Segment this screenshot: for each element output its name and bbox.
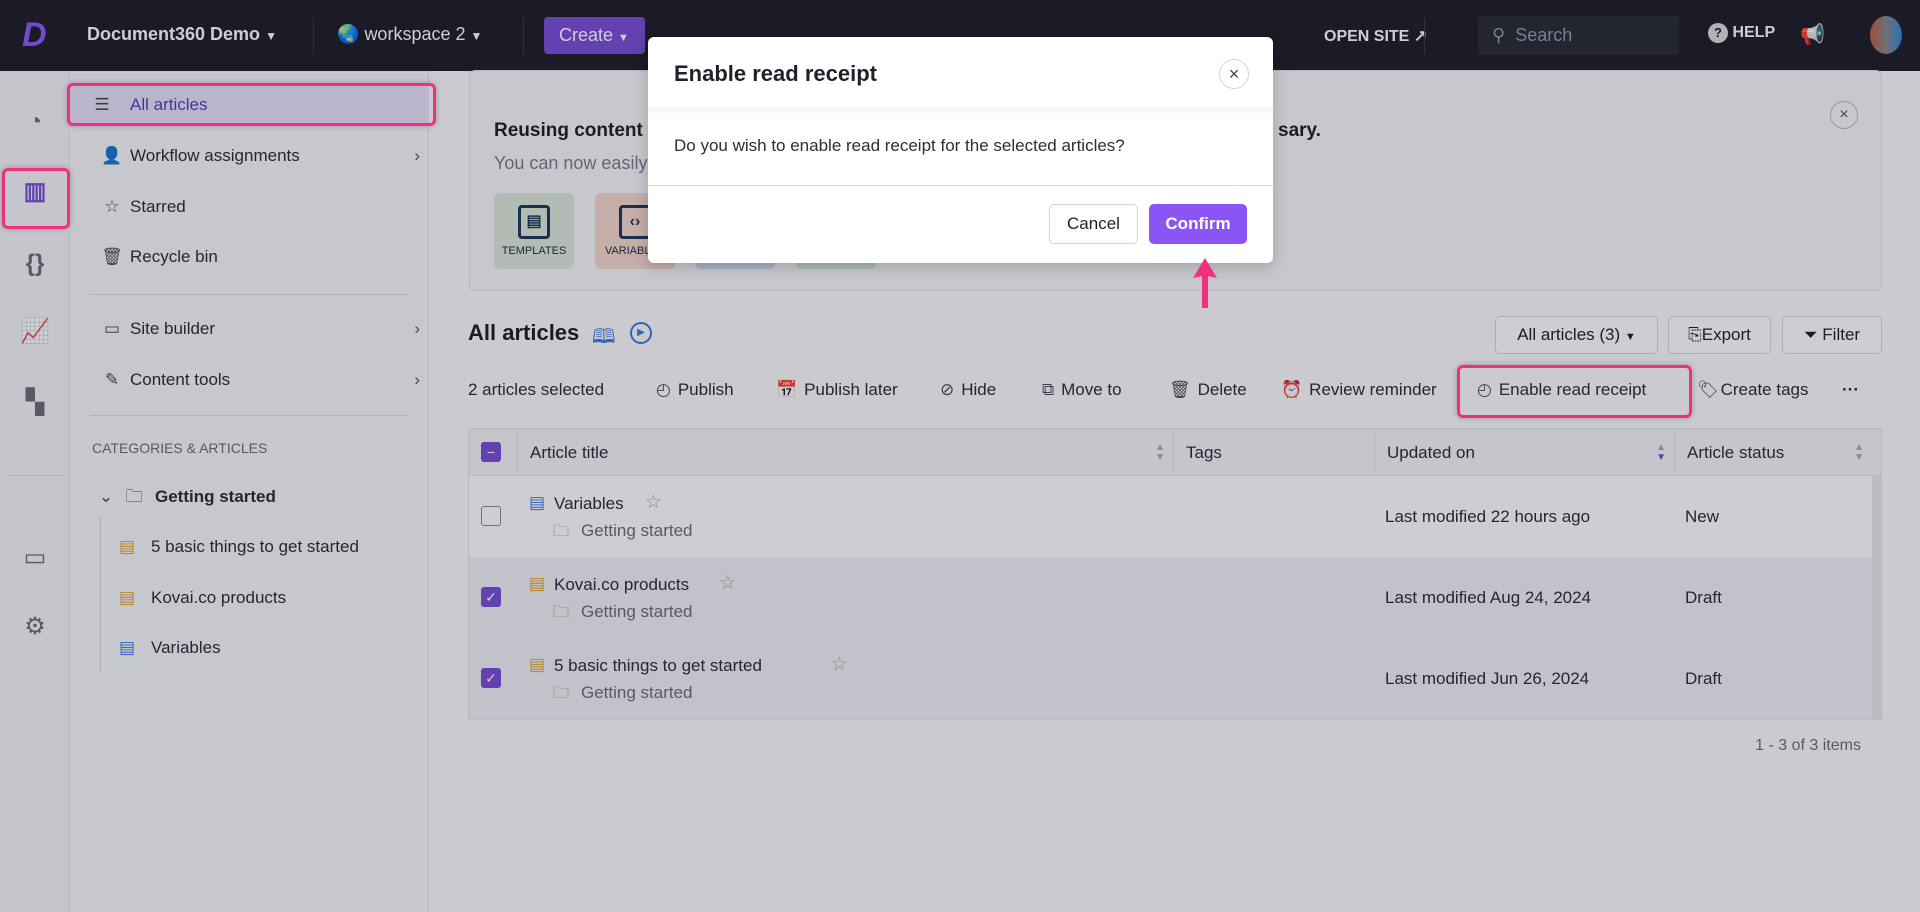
highlight-documentation bbox=[2, 168, 70, 229]
enable-read-receipt-dialog: Enable read receipt × Do you wish to ena… bbox=[648, 37, 1273, 263]
highlight-enable-read-receipt bbox=[1457, 365, 1692, 418]
dialog-title: Enable read receipt bbox=[674, 61, 877, 86]
divider bbox=[648, 185, 1273, 186]
cancel-button[interactable]: Cancel bbox=[1049, 204, 1138, 244]
dialog-message: Do you wish to enable read receipt for t… bbox=[674, 136, 1125, 155]
confirm-button[interactable]: Confirm bbox=[1149, 204, 1247, 244]
header-divider bbox=[648, 107, 1273, 115]
highlight-all-articles bbox=[67, 83, 436, 126]
annotation-arrow bbox=[1193, 258, 1217, 308]
close-icon: × bbox=[1228, 64, 1240, 84]
dialog-close-button[interactable]: × bbox=[1219, 59, 1249, 89]
